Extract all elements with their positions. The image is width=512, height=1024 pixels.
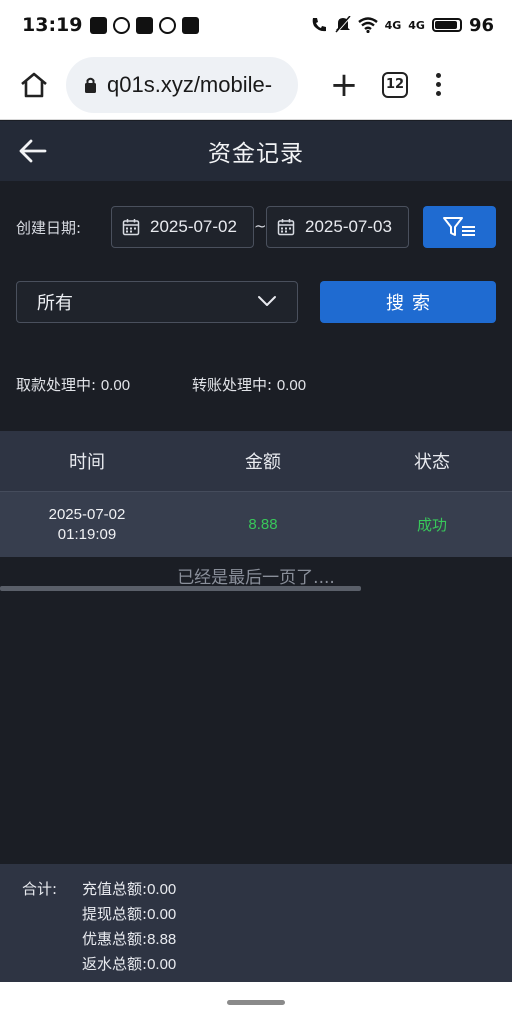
column-header-status: 状态	[414, 452, 450, 473]
summary-item-label: 提现总额:	[82, 905, 148, 923]
home-icon	[21, 72, 47, 97]
app-header: 资金记录	[0, 121, 512, 181]
dot-icon	[436, 82, 441, 87]
notification-app-icon	[113, 16, 131, 34]
type-select-value: 所有	[37, 293, 73, 314]
summary-item-label: 优惠总额:	[82, 930, 148, 948]
row-time: 01:19:09	[57, 525, 117, 543]
end-date-value: 2025-07-03	[305, 217, 392, 236]
summary-label: 合计:	[22, 880, 58, 898]
address-bar[interactable]: q01s.xyz/mobile-	[66, 56, 298, 113]
end-date-picker[interactable]: 2025-07-03	[266, 206, 409, 248]
call-icon	[312, 18, 326, 32]
page-title: 资金记录	[208, 141, 304, 167]
withdraw-pending-label: 取款处理中:	[16, 376, 97, 394]
filter-icon	[442, 217, 475, 236]
notification-icons	[90, 16, 200, 34]
battery-level: 96	[468, 14, 494, 36]
withdraw-pending-value: 0.00	[100, 377, 131, 394]
more-options-button[interactable]	[436, 73, 441, 96]
do-not-disturb-icon	[159, 16, 177, 34]
search-button[interactable]: 搜索	[320, 281, 496, 323]
table-header: 时间 金额 状态	[0, 431, 512, 491]
gesture-nav-area	[0, 982, 512, 1024]
notification-app-icon	[136, 16, 154, 34]
browser-toolbar: q01s.xyz/mobile- + 12	[0, 50, 512, 120]
calendar-icon	[277, 219, 295, 236]
row-time-cell: 2025-07-02 01:19:09	[0, 505, 174, 545]
summary-item-label: 返水总额:	[82, 955, 148, 973]
start-date-value: 2025-07-02	[150, 217, 237, 236]
start-date-picker[interactable]: 2025-07-02	[111, 206, 254, 248]
mute-icon	[334, 16, 351, 34]
table-row[interactable]: 2025-07-02 01:19:09 8.88 成功	[0, 491, 512, 557]
date-separator: ~	[254, 217, 267, 235]
chevron-down-icon	[258, 296, 276, 306]
calendar-icon	[122, 219, 140, 236]
row-status: 成功	[416, 516, 447, 534]
date-label: 创建日期:	[16, 219, 82, 237]
back-arrow-icon[interactable]	[18, 137, 48, 165]
transfer-pending-label: 转账处理中:	[192, 376, 273, 394]
notification-app-icon	[90, 16, 108, 34]
summary-bonus: 优惠总额:8.88	[82, 928, 176, 949]
column-header-time: 时间	[69, 452, 105, 473]
summary-rebate: 返水总额:0.00	[82, 953, 176, 974]
dot-icon	[436, 73, 441, 78]
mail-icon	[182, 16, 200, 34]
horizontal-scrollbar[interactable]	[0, 586, 361, 591]
row-amount: 8.88	[248, 516, 278, 533]
summary-withdraw: 提现总额:0.00	[82, 903, 176, 924]
home-button[interactable]	[16, 67, 52, 103]
status-bar: 13:19 4G 4G 96	[0, 0, 512, 50]
status-time: 13:19	[22, 14, 83, 36]
tab-switcher-button[interactable]: 12	[382, 71, 408, 98]
battery-icon	[431, 18, 462, 32]
dot-icon	[436, 91, 441, 96]
filter-panel: 创建日期: 2025-07-02 ~ 2025-07-03 所有 搜索 取款处理…	[0, 181, 512, 431]
transfer-pending-value: 0.00	[276, 377, 307, 394]
filter-button[interactable]	[423, 206, 496, 248]
type-select[interactable]: 所有	[16, 281, 298, 323]
summary-item-value: 0.00	[147, 906, 177, 923]
wifi-icon	[357, 17, 378, 33]
summary-item-value: 0.00	[147, 956, 177, 973]
signal-icon: 4G	[384, 18, 402, 32]
summary-recharge: 充值总额:0.00	[82, 878, 176, 899]
new-tab-button[interactable]: +	[326, 68, 362, 102]
system-icons: 4G 4G 96	[310, 15, 494, 36]
summary-footer: 合计: 充值总额:0.00 提现总额:0.00 优惠总额:8.88 返水总额:0…	[0, 864, 512, 982]
url-text: q01s.xyz/mobile-	[107, 71, 273, 97]
gesture-handle[interactable]	[227, 1000, 285, 1005]
column-header-amount: 金额	[245, 452, 281, 473]
lock-icon	[85, 77, 96, 93]
summary-item-label: 充值总额:	[82, 880, 148, 898]
summary-item-value: 0.00	[147, 881, 177, 898]
summary-item-value: 8.88	[147, 931, 177, 948]
row-date: 2025-07-02	[48, 505, 126, 523]
withdraw-pending: 取款处理中: 0.00	[16, 374, 130, 395]
end-of-list-note: 已经是最后一页了....	[177, 568, 335, 588]
transfer-pending: 转账处理中: 0.00	[192, 374, 306, 395]
signal-icon: 4G	[408, 18, 425, 32]
